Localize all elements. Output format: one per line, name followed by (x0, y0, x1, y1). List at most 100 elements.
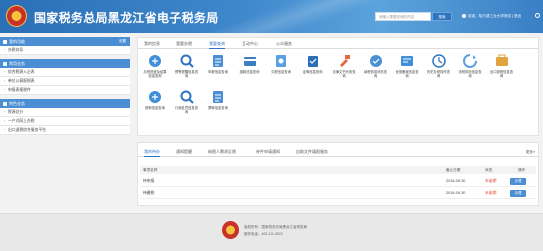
sidebar-group-my-functions[interactable]: 我的功能 设置 (0, 37, 130, 46)
sidebar-item[interactable]: 综合税源入企表 (0, 68, 130, 77)
power-icon[interactable] (535, 13, 540, 18)
todo-panel: 我的待办 通知提醒 纳税人需求反馈 补件申请通知 自助文件填报服务 更多» 事项… (137, 142, 539, 206)
query-item-label: 出口退税信息查询 (489, 70, 514, 78)
query-item-icon (149, 91, 161, 103)
user-info[interactable]: 欢迎，哈尔滨工业大学测试 | 退出 (468, 14, 521, 19)
query-item[interactable]: 预警提醒信息查询 (174, 54, 200, 78)
sidebar: 我的功能 设置 办税向导 常用业务 综合税源入企表 单位公募报税表 申报表报税件… (0, 37, 130, 135)
query-item-icon (149, 55, 161, 67)
query-item-label: 申报信息查询 (208, 70, 228, 74)
sidebar-item[interactable]: 办税向导 (0, 46, 130, 55)
tab-public-service[interactable]: 公众服务 (276, 40, 292, 49)
tab-my-todo[interactable]: 我的待办 (144, 148, 160, 157)
main-tabs: 我的信息 我要办税 我要查询 互动中心 公众服务 (138, 40, 538, 49)
query-item[interactable]: 涉税风险信息查询 (457, 54, 483, 78)
query-item-icon (180, 54, 194, 68)
query-item-icon (307, 56, 318, 67)
query-item-label: 票种信息查询 (208, 106, 228, 110)
tab-interaction[interactable]: 互动中心 (242, 40, 258, 49)
query-item-label: 预警提醒信息查询 (174, 70, 199, 78)
main-panel: 我的信息 我要办税 我要查询 互动中心 公众服务 办税进度及结果信息查询 预警提醒… (137, 37, 539, 136)
table-row: 待缴税 2016-09-30 未逾期 办理 (140, 188, 536, 199)
col-header-op: 操作 (518, 168, 526, 172)
query-item-icon (243, 57, 256, 66)
query-item-icon (276, 55, 286, 67)
query-item-icon (495, 54, 508, 66)
query-item-icon (213, 91, 223, 103)
sidebar-item[interactable]: 出口退税综合服务平台 (0, 126, 130, 135)
settings-link[interactable]: 设置 (119, 37, 126, 46)
handle-button[interactable]: 办理 (510, 190, 526, 197)
query-item-icon (180, 90, 194, 104)
query-item-icon (401, 56, 413, 66)
query-item-label: 证明信息查询 (302, 70, 323, 74)
query-item[interactable]: 优惠备案信息查询 (394, 54, 420, 78)
footer: 版权所有：国家税务总局黑龙江省税务局 服务电话：400-111-0022 (0, 213, 543, 251)
row-name: 待缴税 (143, 191, 155, 195)
query-item[interactable]: 行政处罚信息查询 (174, 90, 200, 114)
row-date: 2016-09-30 (446, 191, 466, 195)
star-icon (3, 39, 7, 44)
query-item-label: 行政处罚信息查询 (174, 106, 199, 114)
row-name: 待申报 (143, 179, 155, 183)
col-header-date: 截止日期 (446, 168, 461, 172)
query-item-icon (213, 55, 223, 67)
table-header: 事项名称 截止日期 状态 操作 (140, 166, 536, 174)
sidebar-item[interactable]: 单位公募报税表 (0, 77, 130, 86)
query-item[interactable]: 办税进度及结果信息查询 (142, 54, 168, 78)
query-item-label: 缴款信息查询 (239, 70, 260, 74)
query-item-icon (463, 54, 477, 68)
tab-notifications[interactable]: 通知提醒 (176, 148, 192, 156)
tab-tax-handling[interactable]: 我要办税 (176, 40, 192, 49)
query-item-label: 涉税风险信息查询 (458, 70, 482, 78)
user-icon (462, 14, 466, 18)
tab-self-service[interactable]: 自助文件填报服务 (296, 148, 328, 156)
query-item[interactable]: 申报信息查询 (205, 54, 231, 74)
query-item[interactable]: 纳税信用状态查询 (363, 54, 389, 78)
col-header-name: 事项名称 (143, 168, 158, 172)
search-button[interactable]: 搜索 (432, 12, 452, 21)
tab-supplement-notice[interactable]: 补件申请通知 (256, 148, 280, 156)
handle-button[interactable]: 办理 (510, 178, 526, 185)
footer-emblem-icon (222, 221, 239, 239)
query-item-label: 优惠备案信息查询 (395, 70, 419, 78)
site-title: 国家税务总局黑龙江省电子税务局 (34, 11, 219, 25)
tab-query[interactable]: 我要查询 (209, 40, 225, 49)
tab-feedback[interactable]: 纳税人需求反馈 (208, 148, 236, 156)
query-item-label: 历史办税操作查询 (426, 70, 451, 78)
search-input[interactable]: 请输入需要查询的内容 (375, 12, 431, 21)
tax-emblem-icon (6, 5, 27, 27)
sidebar-group-title: 特色业务 (9, 101, 25, 106)
sidebar-group-common[interactable]: 常用业务 (0, 59, 130, 68)
sidebar-group-title: 我的功能 (9, 39, 25, 44)
sidebar-item[interactable]: 一户式网上办税 (0, 117, 130, 126)
query-item[interactable]: 缴款信息查询 (237, 54, 263, 74)
query-item-label: 税种信息查询 (145, 106, 165, 110)
query-item[interactable]: 欠税信息查询 (268, 54, 294, 74)
query-item[interactable]: 出口退税信息查询 (489, 54, 515, 78)
tab-my-info[interactable]: 我的信息 (144, 40, 160, 49)
query-item-label: 纳税信用状态查询 (363, 70, 388, 78)
query-item[interactable]: 税种信息查询 (142, 90, 168, 110)
more-link[interactable]: 更多» (526, 148, 535, 156)
list-icon (3, 61, 7, 66)
query-item-label: 欠税信息查询 (271, 70, 291, 74)
query-item-label: 办税进度及结果信息查询 (143, 70, 167, 78)
header-bar: 国家税务总局黑龙江省电子税务局 请输入需要查询的内容 搜索 欢迎，哈尔滨工业大学… (0, 0, 543, 33)
grid-icon (3, 101, 7, 106)
query-item[interactable]: 证明信息查询 (300, 54, 326, 74)
table-row: 待申报 2016-09-30 未逾期 办理 (140, 176, 536, 187)
sidebar-group-special[interactable]: 特色业务 (0, 99, 130, 108)
sidebar-item[interactable]: 税源总分 (0, 108, 130, 117)
footer-copyright: 版权所有：国家税务总局黑龙江省税务局 (244, 225, 307, 229)
sidebar-group-title: 常用业务 (9, 61, 25, 66)
query-item-icon (369, 55, 382, 67)
query-item-icon (340, 55, 350, 67)
sidebar-item[interactable]: 申报表报税件 (0, 86, 130, 95)
query-item[interactable]: 法律文书代收查询 (331, 54, 357, 78)
query-item[interactable]: 历史办税操作查询 (426, 54, 452, 78)
footer-phone: 服务电话：400-111-0022 (244, 232, 283, 236)
row-date: 2016-09-30 (446, 179, 466, 183)
query-item-icon (431, 54, 446, 68)
query-item[interactable]: 票种信息查询 (205, 90, 231, 110)
